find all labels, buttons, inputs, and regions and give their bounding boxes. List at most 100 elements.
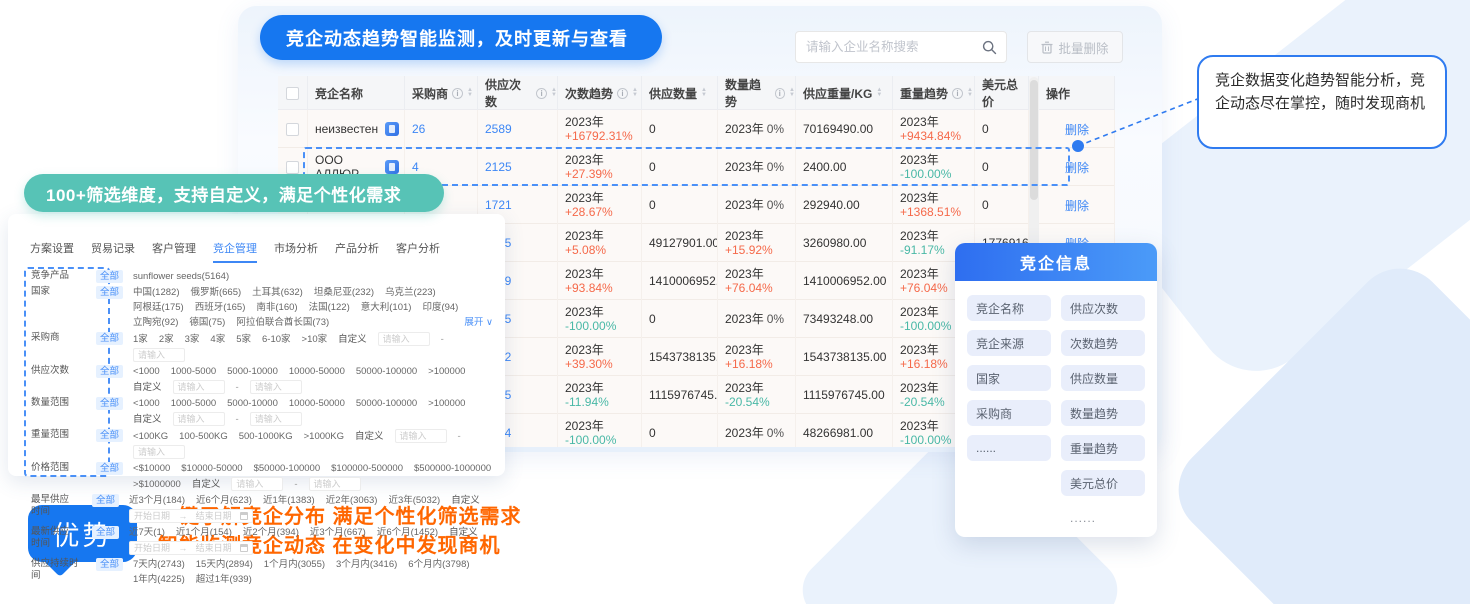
filter-all-option[interactable]: 全部 xyxy=(96,397,123,410)
filter-all-option[interactable]: 全部 xyxy=(92,526,119,539)
date-range-input[interactable]: 开始日期→结束日期 xyxy=(129,509,253,523)
sort-icon[interactable]: ▲▼ xyxy=(467,88,473,98)
filter-option[interactable]: 5000-10000 xyxy=(227,365,278,378)
buyer-count-cell[interactable]: 26 xyxy=(405,110,478,148)
tab-客户管理[interactable]: 客户管理 xyxy=(152,240,196,263)
filter-max-input[interactable]: 请输入 xyxy=(133,445,185,459)
filter-option[interactable]: 近1个月(154) xyxy=(176,526,232,539)
filter-option[interactable]: 7天内(2743) xyxy=(133,558,185,571)
sort-icon[interactable]: ▲▼ xyxy=(551,88,557,98)
date-range-input[interactable]: 开始日期→结束日期 xyxy=(129,541,253,555)
column-header-重量趋势[interactable]: 重量趋势i▲▼ xyxy=(893,76,975,110)
filter-min-input[interactable]: 请输入 xyxy=(173,380,225,394)
supply-count-cell[interactable]: 2589 xyxy=(478,110,558,148)
filter-option[interactable]: >100000 xyxy=(428,365,465,378)
filter-option[interactable]: 1000-5000 xyxy=(171,397,216,410)
filter-option[interactable]: 100-500KG xyxy=(179,430,228,443)
filter-custom-option[interactable]: 自定义 xyxy=(449,526,478,539)
filter-all-option[interactable]: 全部 xyxy=(96,462,123,475)
filter-option[interactable]: 3家 xyxy=(185,333,200,346)
search-input[interactable] xyxy=(796,40,982,54)
row-checkbox-cell[interactable] xyxy=(278,110,308,148)
filter-option[interactable]: 50000-100000 xyxy=(356,397,417,410)
filter-all-option[interactable]: 全部 xyxy=(92,494,119,507)
column-header-数量趋势[interactable]: 数量趋势i▲▼ xyxy=(718,76,796,110)
filter-option[interactable]: 立陶宛(92) xyxy=(133,316,178,329)
filter-custom-option[interactable]: 自定义 xyxy=(192,478,221,491)
tab-产品分析[interactable]: 产品分析 xyxy=(335,240,379,263)
filter-option[interactable]: 近1年(1383) xyxy=(263,494,315,507)
filter-option[interactable]: $10000-50000 xyxy=(181,462,242,475)
filter-option[interactable]: 50000-100000 xyxy=(356,365,417,378)
filter-option[interactable]: 近6个月(1452) xyxy=(377,526,438,539)
filter-option[interactable]: 近3个月(184) xyxy=(129,494,185,507)
sort-icon[interactable]: ▲▼ xyxy=(967,88,973,98)
filter-all-option[interactable]: 全部 xyxy=(96,270,123,283)
filter-all-option[interactable]: 全部 xyxy=(96,429,123,442)
filter-option[interactable]: $500000-1000000 xyxy=(414,462,491,475)
filter-option[interactable]: 中国(1282) xyxy=(133,286,179,299)
tab-客户分析[interactable]: 客户分析 xyxy=(396,240,440,263)
filter-option[interactable]: <100KG xyxy=(133,430,168,443)
filter-option[interactable]: 10000-50000 xyxy=(289,365,345,378)
filter-option[interactable]: $100000-500000 xyxy=(331,462,403,475)
filter-option[interactable]: 近3个月(667) xyxy=(310,526,366,539)
filter-option[interactable]: 近3年(5032) xyxy=(388,494,440,507)
filter-option[interactable]: 10000-50000 xyxy=(289,397,345,410)
filter-option[interactable]: 1年内(4225) xyxy=(133,573,185,586)
filter-max-input[interactable]: 请输入 xyxy=(309,477,361,491)
delete-link-cell[interactable]: 删除 xyxy=(1039,186,1115,224)
filter-option[interactable]: 15天内(2894) xyxy=(196,558,253,571)
filter-option[interactable]: 阿拉伯联合酋长国(73) xyxy=(236,316,329,329)
search-icon[interactable] xyxy=(982,40,997,55)
filter-custom-option[interactable]: 自定义 xyxy=(338,333,367,346)
filter-option[interactable]: 德国(75) xyxy=(189,316,225,329)
filter-option[interactable]: <1000 xyxy=(133,365,160,378)
filter-custom-option[interactable]: 自定义 xyxy=(133,381,162,394)
filter-max-input[interactable]: 请输入 xyxy=(250,380,302,394)
filter-option[interactable]: >$1000000 xyxy=(133,478,181,491)
filter-option[interactable]: >10家 xyxy=(302,333,328,346)
tab-竞企管理[interactable]: 竞企管理 xyxy=(213,240,257,263)
filter-custom-option[interactable]: 自定义 xyxy=(133,413,162,426)
filter-all-option[interactable]: 全部 xyxy=(96,558,123,571)
filter-min-input[interactable]: 请输入 xyxy=(231,477,283,491)
filter-option[interactable]: 近2年(3063) xyxy=(326,494,378,507)
filter-option[interactable]: <$10000 xyxy=(133,462,170,475)
filter-custom-option[interactable]: 自定义 xyxy=(451,494,480,507)
filter-all-option[interactable]: 全部 xyxy=(96,332,123,345)
filter-option[interactable]: 乌克兰(223) xyxy=(385,286,436,299)
select-all-checkbox-cell[interactable] xyxy=(278,76,308,110)
filter-option[interactable]: 南非(160) xyxy=(256,301,297,314)
filter-option[interactable]: $50000-100000 xyxy=(254,462,321,475)
filter-option[interactable]: 1家 xyxy=(133,333,148,346)
filter-custom-option[interactable]: 自定义 xyxy=(355,430,384,443)
company-search-box[interactable] xyxy=(795,31,1007,63)
row-checkbox[interactable] xyxy=(286,123,299,136)
delete-link[interactable]: 删除 xyxy=(1065,197,1089,214)
filter-option[interactable]: 西班牙(165) xyxy=(195,301,246,314)
filter-option[interactable]: sunflower seeds(5164) xyxy=(133,270,229,283)
tab-贸易记录[interactable]: 贸易记录 xyxy=(91,240,135,263)
column-header-采购商[interactable]: 采购商i▲▼ xyxy=(405,76,478,110)
filter-option[interactable]: 5000-10000 xyxy=(227,397,278,410)
filter-option[interactable]: 阿根廷(175) xyxy=(133,301,184,314)
tab-市场分析[interactable]: 市场分析 xyxy=(274,240,318,263)
column-header-次数趋势[interactable]: 次数趋势i▲▼ xyxy=(558,76,642,110)
filter-option[interactable]: 土耳其(632) xyxy=(252,286,303,299)
sort-icon[interactable]: ▲▼ xyxy=(701,88,707,98)
filter-option[interactable]: 4家 xyxy=(210,333,225,346)
filter-all-option[interactable]: 全部 xyxy=(96,365,123,378)
filter-option[interactable]: 印度(94) xyxy=(422,301,458,314)
select-all-checkbox[interactable] xyxy=(286,87,299,100)
filter-option[interactable]: 坦桑尼亚(232) xyxy=(314,286,374,299)
row-checkbox[interactable] xyxy=(286,161,299,174)
sort-icon[interactable]: ▲▼ xyxy=(632,88,638,98)
column-header-供应重量/KG[interactable]: 供应重量/KG▲▼ xyxy=(796,76,893,110)
sort-icon[interactable]: ▲▼ xyxy=(789,88,795,98)
filter-option[interactable]: 俄罗斯(665) xyxy=(190,286,241,299)
filter-option[interactable]: >100000 xyxy=(428,397,465,410)
filter-option[interactable]: 6-10家 xyxy=(262,333,291,346)
column-header-供应次数[interactable]: 供应次数i▲▼ xyxy=(478,76,558,110)
filter-option[interactable]: 6个月内(3798) xyxy=(408,558,469,571)
